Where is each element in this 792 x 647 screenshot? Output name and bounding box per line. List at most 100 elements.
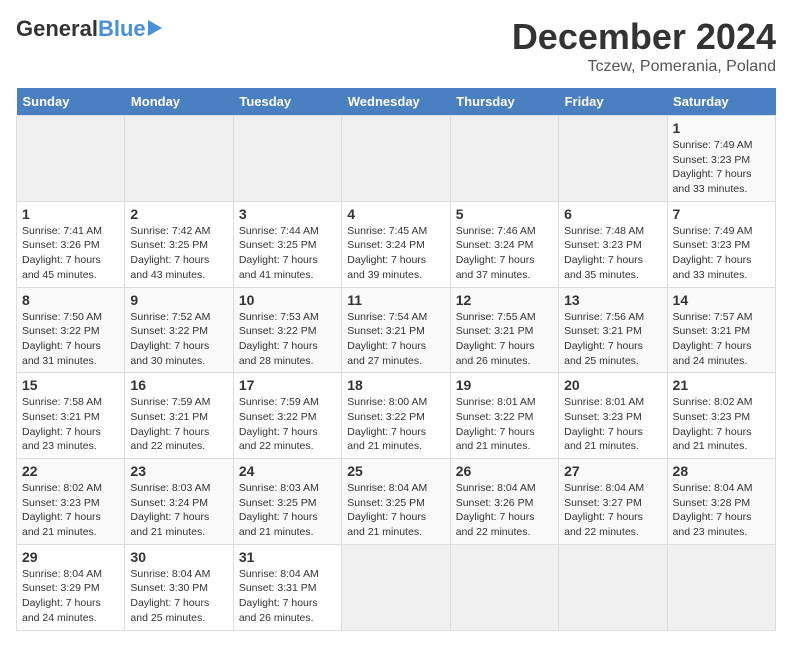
calendar-day-cell: 7 Sunrise: 7:49 AM Sunset: 3:23 PM Dayli… <box>667 201 775 287</box>
calendar-day-cell: 17 Sunrise: 7:59 AM Sunset: 3:22 PM Dayl… <box>233 373 341 459</box>
calendar-day-cell <box>450 544 558 630</box>
day-info: Sunrise: 8:04 AM Sunset: 3:31 PM Dayligh… <box>239 567 336 626</box>
calendar-day-cell: 9 Sunrise: 7:52 AM Sunset: 3:22 PM Dayli… <box>125 287 233 373</box>
day-number: 22 <box>22 463 119 479</box>
calendar-day-cell <box>342 544 450 630</box>
day-number: 29 <box>22 549 119 565</box>
day-info: Sunrise: 8:04 AM Sunset: 3:26 PM Dayligh… <box>456 481 553 540</box>
calendar-day-cell <box>125 116 233 202</box>
day-info: Sunrise: 7:52 AM Sunset: 3:22 PM Dayligh… <box>130 310 227 369</box>
page-header: General Blue December 2024 Tczew, Pomera… <box>16 16 776 76</box>
title-section: December 2024 Tczew, Pomerania, Poland <box>512 16 776 76</box>
day-number: 31 <box>239 549 336 565</box>
day-info: Sunrise: 7:56 AM Sunset: 3:21 PM Dayligh… <box>564 310 661 369</box>
day-info: Sunrise: 7:46 AM Sunset: 3:24 PM Dayligh… <box>456 224 553 283</box>
calendar-week-row: 1 Sunrise: 7:41 AM Sunset: 3:26 PM Dayli… <box>17 201 776 287</box>
weekday-header: Wednesday <box>342 88 450 116</box>
day-number: 14 <box>673 292 770 308</box>
day-number: 18 <box>347 377 444 393</box>
day-info: Sunrise: 7:53 AM Sunset: 3:22 PM Dayligh… <box>239 310 336 369</box>
day-info: Sunrise: 7:42 AM Sunset: 3:25 PM Dayligh… <box>130 224 227 283</box>
day-number: 30 <box>130 549 227 565</box>
calendar-week-row: 22 Sunrise: 8:02 AM Sunset: 3:23 PM Dayl… <box>17 459 776 545</box>
calendar-day-cell: 11 Sunrise: 7:54 AM Sunset: 3:21 PM Dayl… <box>342 287 450 373</box>
calendar-day-cell: 31 Sunrise: 8:04 AM Sunset: 3:31 PM Dayl… <box>233 544 341 630</box>
weekday-header: Thursday <box>450 88 558 116</box>
day-info: Sunrise: 8:04 AM Sunset: 3:28 PM Dayligh… <box>673 481 770 540</box>
logo-arrow-icon <box>148 20 162 36</box>
calendar-day-cell: 26 Sunrise: 8:04 AM Sunset: 3:26 PM Dayl… <box>450 459 558 545</box>
calendar-day-cell: 1 Sunrise: 7:49 AM Sunset: 3:23 PM Dayli… <box>667 116 775 202</box>
day-number: 8 <box>22 292 119 308</box>
weekday-header: Friday <box>559 88 667 116</box>
calendar-day-cell: 6 Sunrise: 7:48 AM Sunset: 3:23 PM Dayli… <box>559 201 667 287</box>
day-info: Sunrise: 8:03 AM Sunset: 3:25 PM Dayligh… <box>239 481 336 540</box>
calendar-day-cell: 2 Sunrise: 7:42 AM Sunset: 3:25 PM Dayli… <box>125 201 233 287</box>
day-number: 12 <box>456 292 553 308</box>
day-info: Sunrise: 7:59 AM Sunset: 3:22 PM Dayligh… <box>239 395 336 454</box>
calendar-day-cell <box>233 116 341 202</box>
day-info: Sunrise: 8:04 AM Sunset: 3:27 PM Dayligh… <box>564 481 661 540</box>
calendar-day-cell: 16 Sunrise: 7:59 AM Sunset: 3:21 PM Dayl… <box>125 373 233 459</box>
day-info: Sunrise: 7:44 AM Sunset: 3:25 PM Dayligh… <box>239 224 336 283</box>
calendar-day-cell <box>342 116 450 202</box>
day-info: Sunrise: 7:41 AM Sunset: 3:26 PM Dayligh… <box>22 224 119 283</box>
day-number: 6 <box>564 206 661 222</box>
day-number: 28 <box>673 463 770 479</box>
day-number: 17 <box>239 377 336 393</box>
header-row: SundayMondayTuesdayWednesdayThursdayFrid… <box>17 88 776 116</box>
day-number: 21 <box>673 377 770 393</box>
day-info: Sunrise: 7:59 AM Sunset: 3:21 PM Dayligh… <box>130 395 227 454</box>
day-info: Sunrise: 7:48 AM Sunset: 3:23 PM Dayligh… <box>564 224 661 283</box>
weekday-header: Sunday <box>17 88 125 116</box>
calendar-week-row: 15 Sunrise: 7:58 AM Sunset: 3:21 PM Dayl… <box>17 373 776 459</box>
day-number: 2 <box>130 206 227 222</box>
day-info: Sunrise: 8:03 AM Sunset: 3:24 PM Dayligh… <box>130 481 227 540</box>
day-info: Sunrise: 7:50 AM Sunset: 3:22 PM Dayligh… <box>22 310 119 369</box>
day-number: 1 <box>673 120 770 136</box>
calendar-day-cell: 24 Sunrise: 8:03 AM Sunset: 3:25 PM Dayl… <box>233 459 341 545</box>
calendar-day-cell: 4 Sunrise: 7:45 AM Sunset: 3:24 PM Dayli… <box>342 201 450 287</box>
calendar-day-cell: 14 Sunrise: 7:57 AM Sunset: 3:21 PM Dayl… <box>667 287 775 373</box>
calendar-day-cell: 23 Sunrise: 8:03 AM Sunset: 3:24 PM Dayl… <box>125 459 233 545</box>
calendar-day-cell: 30 Sunrise: 8:04 AM Sunset: 3:30 PM Dayl… <box>125 544 233 630</box>
day-number: 11 <box>347 292 444 308</box>
calendar-day-cell <box>559 544 667 630</box>
month-title: December 2024 <box>512 16 776 58</box>
day-number: 26 <box>456 463 553 479</box>
day-number: 19 <box>456 377 553 393</box>
day-number: 4 <box>347 206 444 222</box>
day-info: Sunrise: 8:04 AM Sunset: 3:29 PM Dayligh… <box>22 567 119 626</box>
calendar-day-cell <box>667 544 775 630</box>
weekday-header: Saturday <box>667 88 775 116</box>
day-number: 25 <box>347 463 444 479</box>
logo-blue-text: Blue <box>98 16 146 42</box>
calendar-day-cell: 28 Sunrise: 8:04 AM Sunset: 3:28 PM Dayl… <box>667 459 775 545</box>
day-number: 27 <box>564 463 661 479</box>
calendar-day-cell: 12 Sunrise: 7:55 AM Sunset: 3:21 PM Dayl… <box>450 287 558 373</box>
day-number: 9 <box>130 292 227 308</box>
calendar-week-row: 29 Sunrise: 8:04 AM Sunset: 3:29 PM Dayl… <box>17 544 776 630</box>
day-number: 5 <box>456 206 553 222</box>
logo: General Blue <box>16 16 162 42</box>
calendar-day-cell: 27 Sunrise: 8:04 AM Sunset: 3:27 PM Dayl… <box>559 459 667 545</box>
day-info: Sunrise: 7:54 AM Sunset: 3:21 PM Dayligh… <box>347 310 444 369</box>
day-info: Sunrise: 8:04 AM Sunset: 3:30 PM Dayligh… <box>130 567 227 626</box>
day-number: 1 <box>22 206 119 222</box>
day-number: 24 <box>239 463 336 479</box>
calendar-table: SundayMondayTuesdayWednesdayThursdayFrid… <box>16 88 776 631</box>
calendar-day-cell <box>559 116 667 202</box>
day-info: Sunrise: 8:00 AM Sunset: 3:22 PM Dayligh… <box>347 395 444 454</box>
day-number: 7 <box>673 206 770 222</box>
day-info: Sunrise: 8:04 AM Sunset: 3:25 PM Dayligh… <box>347 481 444 540</box>
day-info: Sunrise: 7:49 AM Sunset: 3:23 PM Dayligh… <box>673 224 770 283</box>
calendar-header: SundayMondayTuesdayWednesdayThursdayFrid… <box>17 88 776 116</box>
calendar-day-cell: 22 Sunrise: 8:02 AM Sunset: 3:23 PM Dayl… <box>17 459 125 545</box>
calendar-week-row: 8 Sunrise: 7:50 AM Sunset: 3:22 PM Dayli… <box>17 287 776 373</box>
calendar-week-row: 1 Sunrise: 7:49 AM Sunset: 3:23 PM Dayli… <box>17 116 776 202</box>
calendar-day-cell: 1 Sunrise: 7:41 AM Sunset: 3:26 PM Dayli… <box>17 201 125 287</box>
calendar-day-cell: 3 Sunrise: 7:44 AM Sunset: 3:25 PM Dayli… <box>233 201 341 287</box>
calendar-day-cell <box>17 116 125 202</box>
calendar-day-cell <box>450 116 558 202</box>
day-info: Sunrise: 7:49 AM Sunset: 3:23 PM Dayligh… <box>673 138 770 197</box>
